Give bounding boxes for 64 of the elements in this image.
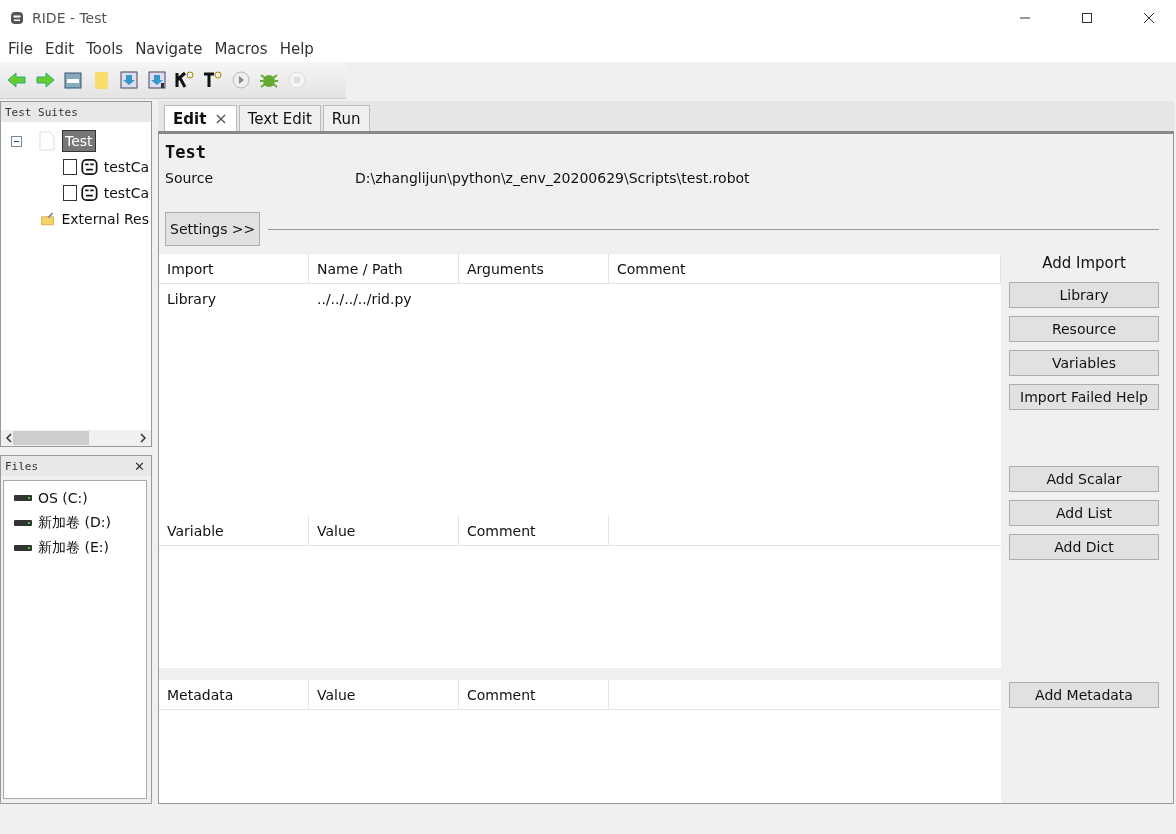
close-icon[interactable] bbox=[1143, 12, 1155, 24]
drive-icon bbox=[14, 543, 32, 552]
suite-name: Test bbox=[165, 142, 207, 162]
settings-button[interactable]: Settings >> bbox=[165, 212, 261, 246]
checkbox[interactable] bbox=[63, 185, 77, 201]
column-header: Import bbox=[159, 254, 309, 283]
robot-icon bbox=[10, 11, 24, 25]
robot-icon bbox=[80, 183, 98, 203]
tab[interactable]: Edit × bbox=[164, 105, 237, 131]
tab[interactable]: Run bbox=[322, 105, 370, 131]
menu-item[interactable]: Tools bbox=[82, 40, 132, 58]
horizontal-scrollbar[interactable] bbox=[1, 430, 151, 446]
back-arrow-icon[interactable] bbox=[6, 69, 28, 91]
add-button[interactable]: Add List bbox=[1009, 500, 1159, 526]
save-icon[interactable] bbox=[118, 69, 140, 91]
column-header: Arguments bbox=[459, 254, 609, 283]
column-header: Name / Path bbox=[309, 254, 459, 283]
tree-item[interactable]: External Res bbox=[59, 209, 151, 229]
window-title: RIDE - Test bbox=[32, 10, 108, 26]
scroll-right-icon[interactable] bbox=[139, 433, 147, 443]
scroll-left-icon[interactable] bbox=[5, 433, 13, 443]
column-header: Comment bbox=[459, 516, 609, 545]
drive-icon bbox=[14, 518, 32, 527]
drive-item[interactable]: 新加卷 (E:) bbox=[38, 538, 109, 557]
column-header: Variable bbox=[159, 516, 309, 545]
panel-title: Files bbox=[5, 459, 39, 473]
table-cell-text: ../../../../rid.py bbox=[316, 289, 413, 309]
column-header: Metadata bbox=[159, 680, 309, 709]
document-icon bbox=[36, 131, 58, 151]
add-button[interactable]: Library bbox=[1009, 282, 1159, 308]
column-header: Comment bbox=[459, 680, 609, 709]
menu-item[interactable]: Macros bbox=[210, 40, 276, 58]
tree-item[interactable]: testCa bbox=[101, 183, 151, 203]
tab[interactable]: Text Edit bbox=[238, 105, 321, 131]
maximize-icon[interactable] bbox=[1081, 12, 1093, 24]
add-button[interactable]: Variables bbox=[1009, 350, 1159, 376]
robot-icon bbox=[80, 157, 98, 177]
forward-arrow-icon[interactable] bbox=[34, 69, 56, 91]
column-header: Value bbox=[309, 516, 459, 545]
add-button[interactable]: Import Failed Help bbox=[1009, 384, 1159, 410]
field-label: Source bbox=[165, 170, 215, 186]
menu-item[interactable]: File bbox=[4, 40, 42, 58]
add-button[interactable]: Add Scalar bbox=[1009, 466, 1159, 492]
table-cell-text: Library bbox=[166, 289, 217, 309]
menu-item[interactable]: Navigate bbox=[131, 40, 211, 58]
save-all-icon[interactable] bbox=[146, 69, 168, 91]
add-button[interactable]: Add Metadata bbox=[1009, 682, 1159, 708]
play-icon[interactable] bbox=[230, 69, 252, 91]
menu-item[interactable]: Help bbox=[275, 40, 322, 58]
source-path: D:\zhanglijun\python\z_env_20200629\Scripts\test.robot bbox=[355, 170, 751, 186]
tree-item[interactable]: testCa bbox=[101, 157, 151, 177]
drive-item[interactable]: 新加卷 (D:) bbox=[38, 513, 111, 532]
panel-title: Test Suites bbox=[5, 105, 78, 119]
drive-icon bbox=[14, 493, 32, 502]
close-button[interactable]: ✕ bbox=[134, 458, 145, 474]
column-header: Value bbox=[309, 680, 459, 709]
section-label: Add Import bbox=[1041, 254, 1127, 274]
menu-item[interactable]: Edit bbox=[41, 40, 83, 58]
add-button[interactable]: Add Dict bbox=[1009, 534, 1159, 560]
add-button[interactable]: Resource bbox=[1009, 316, 1159, 342]
column-header: Comment bbox=[609, 254, 1001, 283]
tree-item[interactable]: Test bbox=[62, 130, 96, 152]
checkbox[interactable] bbox=[63, 159, 77, 175]
drive-item[interactable]: OS (C:) bbox=[38, 489, 88, 506]
